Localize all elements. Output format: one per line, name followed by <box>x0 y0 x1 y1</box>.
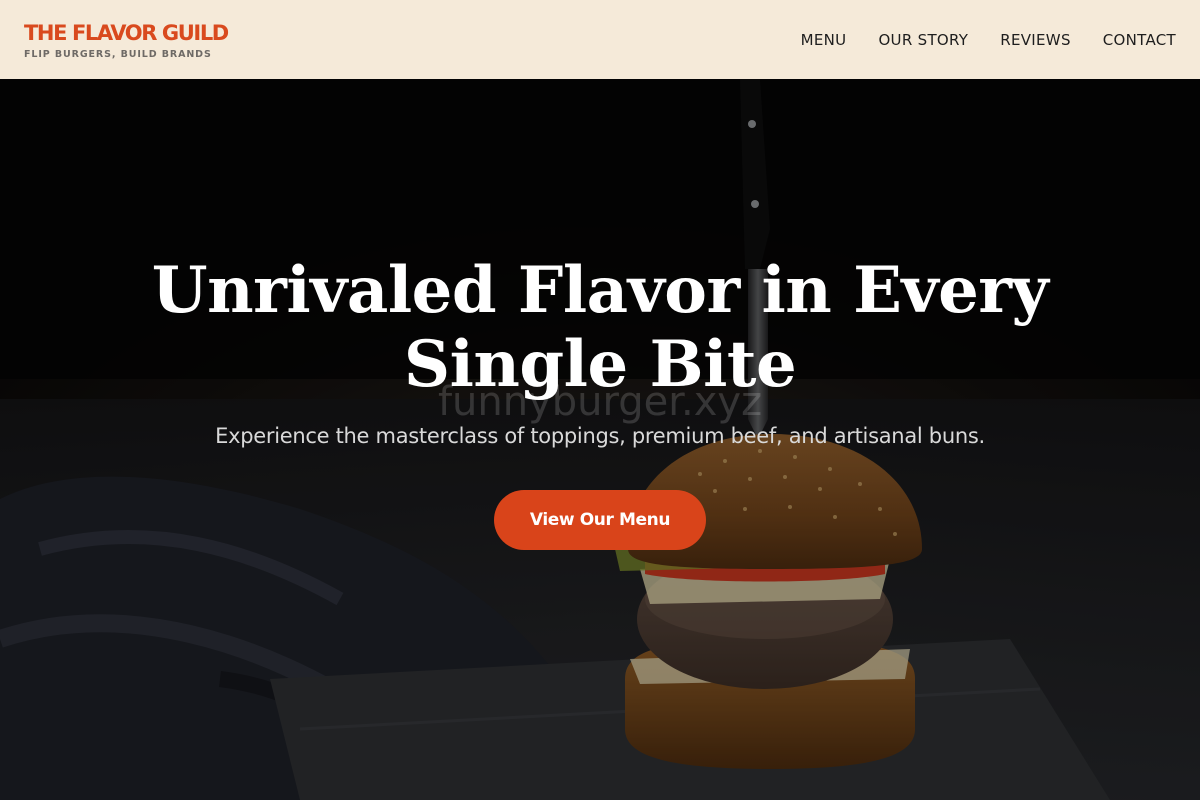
hero-title-line-1: Unrivaled Flavor in Every <box>151 253 1049 328</box>
brand-logo[interactable]: THE FLAVOR GUILD FLIP BURGERS, BUILD BRA… <box>24 21 229 60</box>
main-nav: MENU OUR STORY REVIEWS CONTACT <box>801 0 1176 79</box>
hero-section: Unrivaled Flavor in Every Single Bite fu… <box>0 79 1200 800</box>
brand-name: THE FLAVOR GUILD <box>24 21 229 45</box>
view-menu-button[interactable]: View Our Menu <box>494 490 706 550</box>
hero-subtitle: Experience the masterclass of toppings, … <box>215 424 985 448</box>
nav-link-reviews[interactable]: REVIEWS <box>1000 31 1071 49</box>
nav-link-contact[interactable]: CONTACT <box>1103 31 1176 49</box>
brand-tagline: FLIP BURGERS, BUILD BRANDS <box>24 49 212 60</box>
nav-link-menu[interactable]: MENU <box>801 31 847 49</box>
nav-link-our-story[interactable]: OUR STORY <box>878 31 968 49</box>
site-header: THE FLAVOR GUILD FLIP BURGERS, BUILD BRA… <box>0 0 1200 79</box>
watermark-text: funnyburger.xyz <box>437 379 763 425</box>
